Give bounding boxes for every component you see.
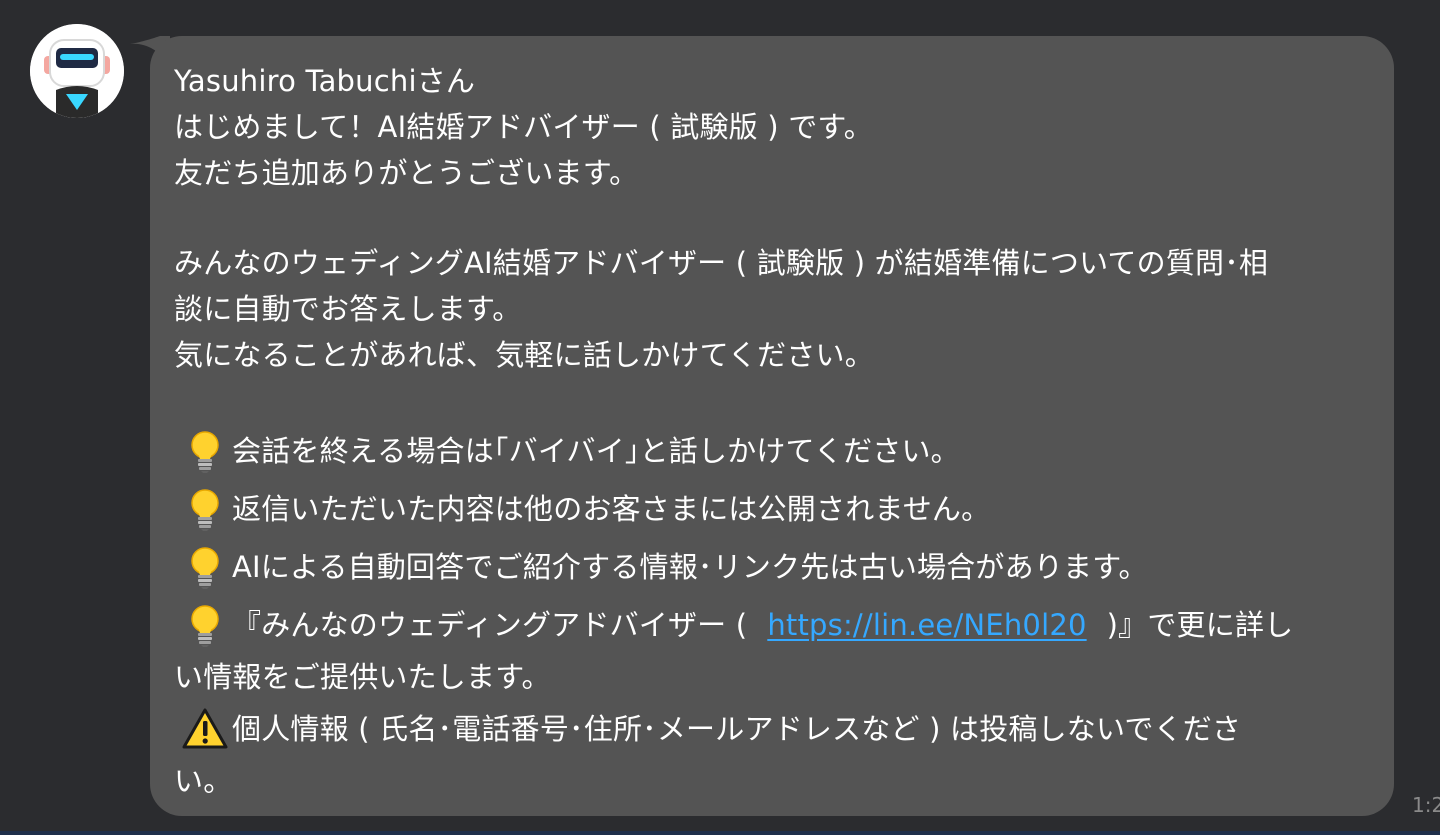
tip-line-3: AIによる自動回答でご紹介する情報･リンク先は古い場合があります。 [174,538,1368,596]
tip-text-1: 会話を終える場合は｢バイバイ｣と話しかけてください。 [232,434,960,468]
warning-line-continued: い。 [174,764,233,798]
tip-text-4-after: )』で更に詳し [1106,608,1294,642]
tip-line-1: 会話を終える場合は｢バイバイ｣と話しかけてください。 [174,422,1368,480]
tip-line-4: 『みんなのウェディングアドバイザー ( https://lin.ee/NEh0l… [174,596,1368,654]
warning-text: 個人情報 ( 氏名･電話番号･住所･メールアドレスなど ) は投稿しないでくださ [232,712,1242,746]
description-line-3: 気になることがあれば、気軽に話しかけてください。 [174,338,874,372]
message-timestamp: 1:2 [1412,793,1440,817]
tip-text-2: 返信いただいた内容は他のお客さまには公開されません。 [232,492,991,526]
light-bulb-icon [191,489,219,531]
description-line-1: みんなのウェディングAI結婚アドバイザー ( 試験版 ) が結婚準備についての質… [174,246,1269,280]
intro-line-2: 友だち追加ありがとうございます。 [174,156,639,190]
warning-icon [182,708,228,749]
light-bulb-icon [191,431,219,473]
tip-line-4-continued: い情報をご提供いたします。 [174,660,551,694]
intro-line-1: はじめまして！AI結婚アドバイザー ( 試験版 ) です。 [174,110,873,144]
warning-line: 個人情報 ( 氏名･電話番号･住所･メールアドレスなど ) は投稿しないでくださ [174,700,1368,758]
robot-avatar[interactable] [30,24,124,118]
chat-view: Yasuhiro Tabuchiさん はじめまして！AI結婚アドバイザー ( 試… [0,0,1440,835]
description-line-2: 談に自動でお答えします。 [174,292,522,326]
tip-text-4-before: 『みんなのウェディングアドバイザー ( [232,608,748,642]
tip-line-2: 返信いただいた内容は他のお客さまには公開されません。 [174,480,1368,538]
robot-avatar-icon [30,24,124,118]
message-bubble[interactable]: Yasuhiro Tabuchiさん はじめまして！AI結婚アドバイザー ( 試… [150,36,1394,816]
light-bulb-icon [191,547,219,589]
greeting-line: Yasuhiro Tabuchiさん [174,64,476,98]
advisor-link[interactable]: https://lin.ee/NEh0l20 [767,596,1086,654]
tip-text-3: AIによる自動回答でご紹介する情報･リンク先は古い場合があります。 [232,550,1148,584]
light-bulb-icon [191,605,219,647]
window-bottom-edge [0,831,1440,835]
